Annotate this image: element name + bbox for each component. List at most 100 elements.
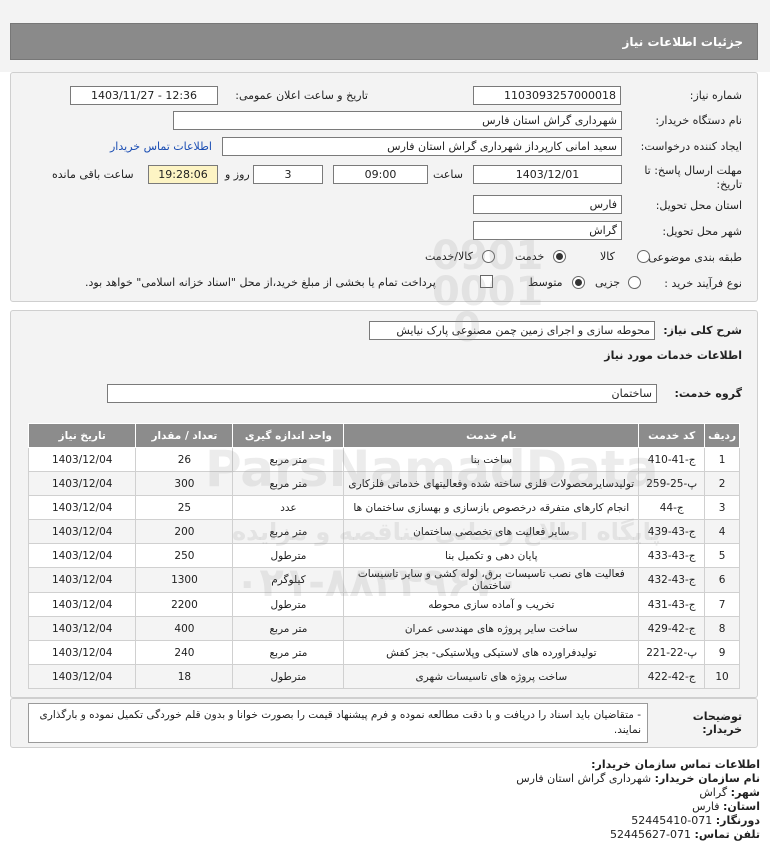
cell-need-date: 1403/12/04 bbox=[27, 495, 137, 520]
cell-quantity: 2200 bbox=[135, 592, 234, 617]
col-header-row-number: ردیف bbox=[704, 423, 740, 448]
cell-service-name: تولیدفراورده های لاستیکی وپلاستیکی- بجز … bbox=[343, 640, 640, 665]
table-row: 6 ج-43-432 فعالیت های نصب تاسیسات برق، لول… bbox=[27, 567, 740, 593]
deadline-date-field: 1403/12/01 bbox=[473, 165, 622, 184]
cell-unit: کیلوگرم bbox=[232, 567, 345, 593]
contact-phone: 071-52445627 bbox=[610, 828, 692, 841]
buyer-org-label: نام دستگاه خریدار: bbox=[655, 114, 742, 127]
category-radio-goods[interactable] bbox=[637, 250, 650, 263]
province-field: فارس bbox=[473, 195, 622, 214]
table-row: 7 ج-43-431 تخریب و آماده سازی محوطه مترطول 2… bbox=[27, 592, 740, 617]
cell-unit: متر مربع bbox=[232, 519, 345, 544]
table-row: 9 پ-22-221 تولیدفراورده های لاستیکی وپلاست… bbox=[27, 640, 740, 665]
cell-unit: مترطول bbox=[232, 664, 345, 689]
cell-service-code: ج-42-429 bbox=[638, 616, 706, 641]
cell-unit: متر مربع bbox=[232, 447, 345, 472]
contact-fax-line: دورنگار: 071-52445410 bbox=[631, 814, 760, 827]
cell-need-date: 1403/12/04 bbox=[27, 519, 137, 544]
process-radio-medium[interactable] bbox=[572, 276, 585, 289]
contact-province: فارس bbox=[692, 800, 720, 813]
cell-service-name: تخریب و آماده سازی محوطه bbox=[343, 592, 640, 617]
cell-service-code: ج-44 bbox=[638, 495, 706, 520]
cell-row-number: 8 bbox=[704, 616, 740, 641]
category-radio-goods-service[interactable] bbox=[482, 250, 495, 263]
cell-unit: متر مربع bbox=[232, 616, 345, 641]
cell-row-number: 1 bbox=[704, 447, 740, 472]
cell-need-date: 1403/12/04 bbox=[27, 543, 137, 568]
table-row: 5 ج-43-433 پایان دهی و تکمیل بنا مترطول 250 1… bbox=[27, 543, 740, 568]
services-table: ردیف کد خدمت نام خدمت واحد اندازه گیری ت… bbox=[27, 423, 740, 689]
category-radio-service[interactable] bbox=[553, 250, 566, 263]
contact-city-label: شهر: bbox=[730, 786, 760, 799]
col-header-service-name: نام خدمت bbox=[343, 423, 640, 448]
cell-service-name: انجام کارهای متفرقه درخصوص بازسازی و بهس… bbox=[343, 495, 640, 520]
deadline-time-field: 09:00 bbox=[333, 165, 428, 184]
summary-label: شرح کلی نیاز: bbox=[663, 324, 742, 337]
cell-row-number: 7 bbox=[704, 592, 740, 617]
cell-service-name: ساخت بنا bbox=[343, 447, 640, 472]
cell-unit: مترطول bbox=[232, 592, 345, 617]
cell-quantity: 200 bbox=[135, 519, 234, 544]
summary-field: محوطه سازی و اجرای زمین چمن مصنوعی پارک … bbox=[369, 321, 655, 340]
deadline-label: مهلت ارسال پاسخ: تا bbox=[644, 164, 742, 177]
table-row: 8 ج-42-429 ساخت سایر پروژه های مهندسی عمرا… bbox=[27, 616, 740, 641]
cell-service-code: ج-43-433 bbox=[638, 543, 706, 568]
cell-service-code: ج-41-410 bbox=[638, 447, 706, 472]
cell-quantity: 25 bbox=[135, 495, 234, 520]
contact-heading: اطلاعات تماس سازمان خریدار: bbox=[591, 758, 760, 771]
cell-service-name: تولیدسایرمحصولات فلزی ساخته شده وفعالیته… bbox=[343, 471, 640, 496]
cell-need-date: 1403/12/04 bbox=[27, 640, 137, 665]
cell-row-number: 4 bbox=[704, 519, 740, 544]
cell-quantity: 240 bbox=[135, 640, 234, 665]
contact-province-label: استان: bbox=[723, 800, 760, 813]
creator-label: ایجاد کننده درخواست: bbox=[640, 140, 742, 153]
cell-need-date: 1403/12/04 bbox=[27, 567, 137, 593]
table-row: 2 پ-25-259 تولیدسایرمحصولات فلزی ساخته شده… bbox=[27, 471, 740, 496]
remaining-time-field: 19:28:06 bbox=[148, 165, 218, 184]
col-header-need-date: تاریخ نیاز bbox=[27, 423, 137, 448]
page-title: جزئیات اطلاعات نیاز bbox=[10, 23, 758, 60]
process-radio-minor[interactable] bbox=[628, 276, 641, 289]
cell-service-code: پ-25-259 bbox=[638, 471, 706, 496]
cell-row-number: 6 bbox=[704, 567, 740, 593]
cell-service-code: ج-43-431 bbox=[638, 592, 706, 617]
contact-info-link[interactable]: اطلاعات تماس خریدار bbox=[110, 140, 212, 153]
cell-quantity: 18 bbox=[135, 664, 234, 689]
table-header-row: ردیف کد خدمت نام خدمت واحد اندازه گیری ت… bbox=[27, 423, 740, 448]
cell-need-date: 1403/12/04 bbox=[27, 447, 137, 472]
contact-phone-label: تلفن تماس: bbox=[694, 828, 760, 841]
cell-service-code: ج-42-422 bbox=[638, 664, 706, 689]
cell-service-name: فعالیت های نصب تاسیسات برق، لوله کشی و س… bbox=[343, 567, 640, 593]
cell-row-number: 3 bbox=[704, 495, 740, 520]
deadline-time-label: ساعت bbox=[433, 168, 463, 181]
cell-row-number: 5 bbox=[704, 543, 740, 568]
notes-label: توضیحات خریدار: bbox=[692, 710, 742, 736]
cell-quantity: 1300 bbox=[135, 567, 234, 593]
cell-need-date: 1403/12/04 bbox=[27, 471, 137, 496]
cell-need-date: 1403/12/04 bbox=[27, 592, 137, 617]
remaining-label: ساعت باقی مانده bbox=[52, 168, 134, 181]
cell-service-code: پ-22-221 bbox=[638, 640, 706, 665]
announce-label: تاریخ و ساعت اعلان عمومی: bbox=[235, 89, 368, 102]
cell-service-code: ج-43-439 bbox=[638, 519, 706, 544]
col-header-unit: واحد اندازه گیری bbox=[232, 423, 345, 448]
need-number-label: شماره نیاز: bbox=[689, 89, 742, 102]
service-group-field: ساختمان bbox=[107, 384, 657, 403]
treasury-payment-checkbox[interactable] bbox=[480, 275, 493, 288]
cell-service-name: ساخت سایر پروژه های مهندسی عمران bbox=[343, 616, 640, 641]
cell-unit: متر مربع bbox=[232, 471, 345, 496]
contact-org-label: نام سازمان خریدار: bbox=[654, 772, 760, 785]
process-label: نوع فرآیند خرید : bbox=[664, 277, 742, 290]
contact-fax-label: دورنگار: bbox=[715, 814, 760, 827]
services-heading: اطلاعات خدمات مورد نیاز bbox=[604, 349, 742, 362]
contact-city: گراش bbox=[699, 786, 728, 799]
contact-city-line: شهر: گراش bbox=[699, 786, 760, 799]
cell-unit: عدد bbox=[232, 495, 345, 520]
cell-quantity: 250 bbox=[135, 543, 234, 568]
contact-fax: 071-52445410 bbox=[631, 814, 713, 827]
header-area: جزئیات اطلاعات نیاز bbox=[0, 0, 770, 72]
cell-unit: متر مربع bbox=[232, 640, 345, 665]
cell-unit: مترطول bbox=[232, 543, 345, 568]
days-remaining-field: 3 bbox=[253, 165, 323, 184]
category-option-goods: کالا bbox=[600, 250, 615, 263]
